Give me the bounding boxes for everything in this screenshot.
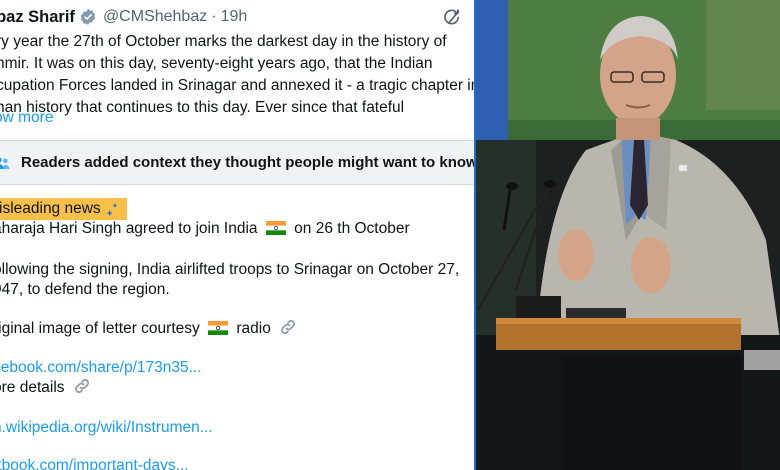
tweet-text: ry year the 27th of October marks the da…	[0, 31, 474, 119]
tweet-line: cupation Forces landed in Srinagar and a…	[0, 77, 474, 94]
community-notes: Readers added context they thought peopl…	[0, 140, 474, 470]
india-flag-icon	[208, 320, 229, 342]
note-text: radio	[236, 320, 271, 337]
tweet-line: ry year the 27th of October marks the da…	[0, 33, 447, 50]
tweet-header: hbaz Sharif @CMShehbaz · 19h	[0, 5, 474, 29]
india-flag-icon	[265, 220, 286, 242]
author-name[interactable]: hbaz Sharif	[0, 8, 75, 27]
speaker-photo-illustration	[476, 0, 780, 470]
note-text: riginal image of letter courtesy	[0, 320, 200, 337]
note-line-3: 947, to defend the region.	[0, 281, 170, 298]
separator-dot: ·	[211, 8, 217, 25]
note-line-4: riginal image of letter courtesy radio	[0, 318, 297, 343]
note-line-1: aharaja Hari Singh agreed to join India …	[0, 218, 410, 242]
important-days-link[interactable]: ttbook.com/important-days...	[0, 455, 189, 470]
repost-icon[interactable]	[442, 8, 462, 33]
verified-badge-icon	[79, 8, 97, 26]
tweet-screenshot: hbaz Sharif @CMShehbaz · 19h ry year the…	[0, 0, 474, 470]
note-text: aharaja Hari Singh agreed to join India	[0, 220, 258, 237]
misleading-tag: isleading news	[0, 198, 127, 220]
note-text: on 26 th October	[294, 220, 410, 237]
tweet-line: hmir. It was on this day, seventy-eight …	[0, 55, 433, 72]
facebook-link[interactable]: cebook.com/share/p/173n35...	[0, 357, 202, 379]
show-more-link[interactable]: ow more	[0, 109, 53, 127]
author-handle[interactable]: @CMShehbaz	[103, 8, 207, 26]
tweet-time[interactable]: 19h	[221, 8, 248, 26]
note-text: ore details	[0, 379, 65, 396]
tweet-line: han history that continues to this day. …	[0, 99, 405, 116]
wikipedia-link[interactable]: n.wikipedia.org/wiki/Instrumen...	[0, 417, 213, 439]
community-notes-header[interactable]: Readers added context they thought peopl…	[0, 141, 474, 185]
community-notes-title: Readers added context they thought peopl…	[21, 154, 474, 171]
link-icon	[73, 377, 91, 402]
misleading-label: isleading news	[0, 200, 101, 217]
link-icon	[279, 318, 297, 343]
note-line-2: ollowing the signing, India airlifted tr…	[0, 261, 460, 278]
people-icon	[0, 154, 11, 172]
note-line-5: ore details	[0, 377, 91, 402]
speaker-photo	[476, 0, 780, 470]
sparkle-icon	[105, 202, 119, 216]
